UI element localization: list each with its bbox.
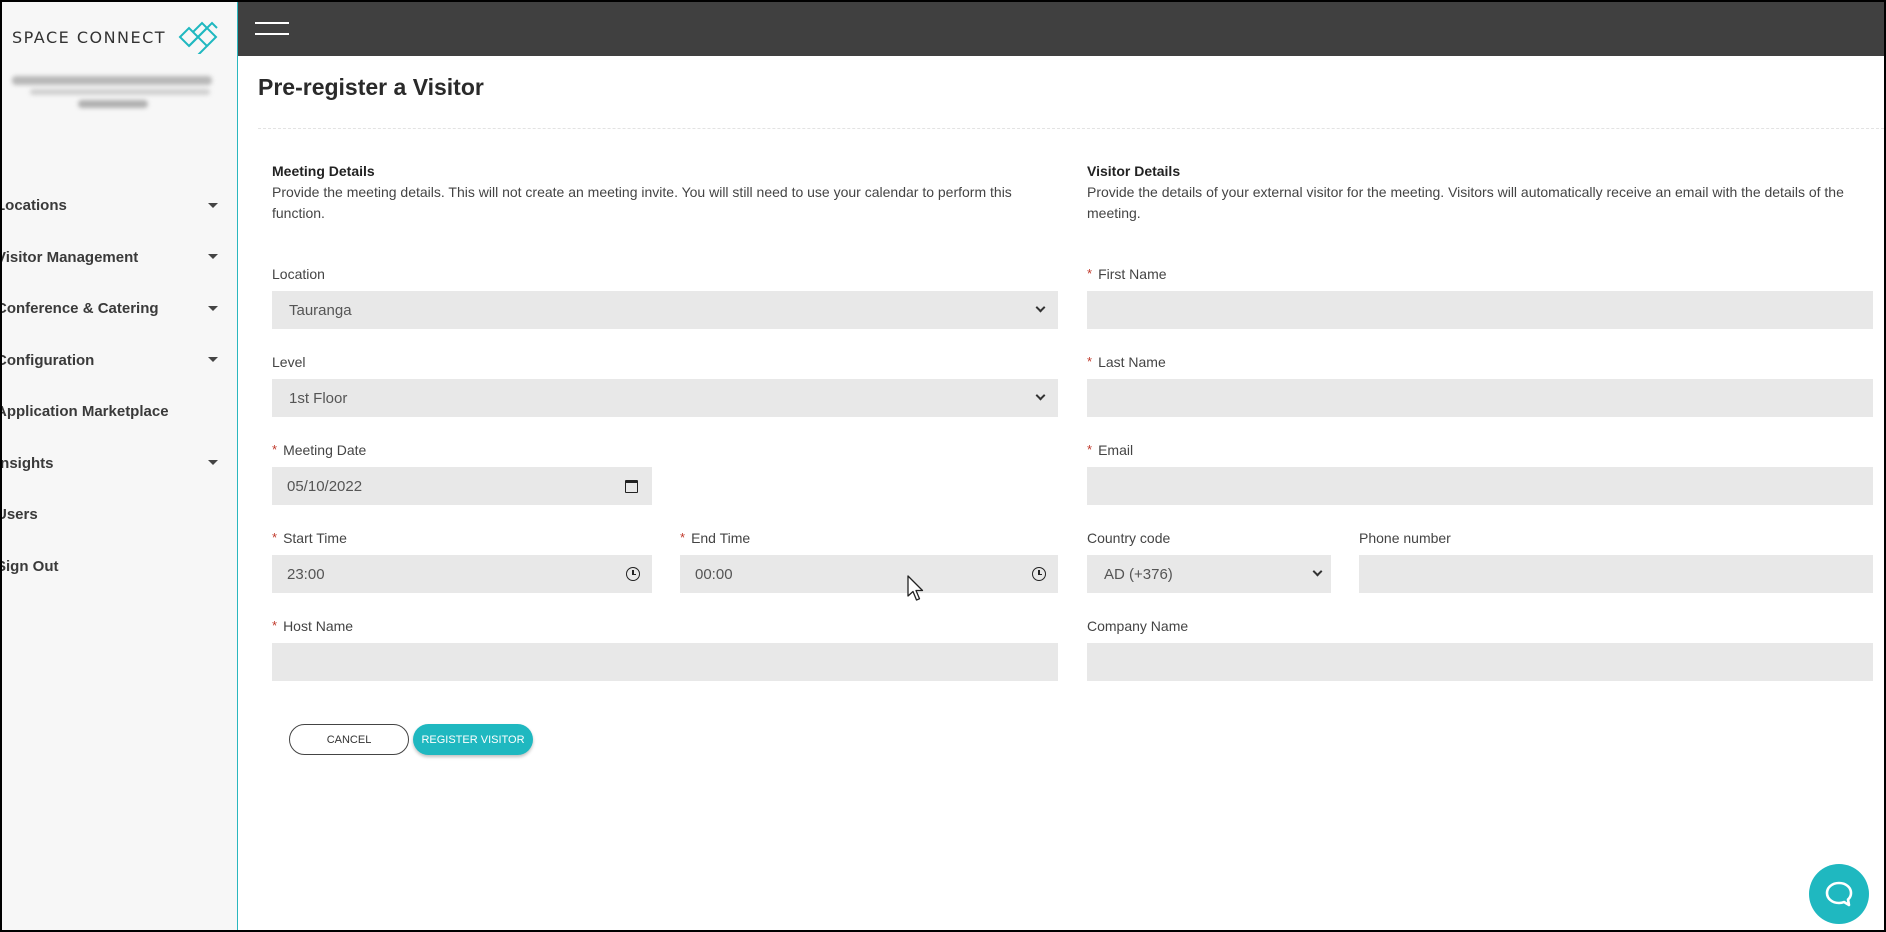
chevron-down-icon	[1035, 390, 1046, 401]
clock-icon[interactable]	[1032, 567, 1046, 581]
email-label: * Email	[1087, 442, 1134, 458]
last-name-input[interactable]	[1087, 379, 1873, 417]
end-time-value: 00:00	[695, 565, 733, 583]
country-code-value: AD (+376)	[1104, 565, 1173, 583]
required-asterisk: *	[1087, 442, 1093, 457]
sidebar-item-label: Application Marketplace	[2, 403, 169, 421]
top-bar	[238, 2, 1884, 56]
location-select[interactable]: Tauranga	[272, 291, 1058, 329]
brand-logo[interactable]: SPACE CONNECT	[12, 20, 218, 54]
mouse-pointer-icon	[907, 575, 924, 601]
country-code-select[interactable]: AD (+376)	[1087, 555, 1331, 593]
start-time-input[interactable]: 23:00	[272, 555, 652, 593]
start-time-value: 23:00	[287, 565, 325, 583]
sidebar-item-label: Sign Out	[2, 557, 59, 575]
sidebar-item-application-marketplace[interactable]: Application Marketplace	[2, 386, 238, 438]
sidebar-item-users[interactable]: Users	[2, 489, 238, 541]
sidebar-item-sign-out[interactable]: Sign Out	[2, 541, 238, 593]
page-title: Pre-register a Visitor	[258, 74, 484, 100]
visitor-details-heading: Visitor Details	[1087, 163, 1181, 179]
first-name-input[interactable]	[1087, 291, 1873, 329]
clock-icon[interactable]	[626, 567, 640, 581]
end-time-input[interactable]: 00:00	[680, 555, 1058, 593]
user-info-blurred	[10, 72, 215, 116]
meeting-date-value: 05/10/2022	[287, 477, 363, 495]
sidebar-item-locations[interactable]: Locations	[2, 180, 238, 232]
sidebar-item-configuration[interactable]: Configuration	[2, 335, 238, 387]
company-name-label: Company Name	[1087, 618, 1189, 634]
end-time-label: * End Time	[680, 530, 751, 546]
register-visitor-button[interactable]: REGISTER VISITOR	[413, 724, 533, 755]
meeting-date-input[interactable]: 05/10/2022	[272, 467, 652, 505]
meeting-details-description: Provide the meeting details. This will n…	[272, 184, 1012, 221]
header-divider	[258, 128, 1884, 129]
calendar-icon[interactable]	[625, 479, 638, 493]
cancel-button[interactable]: CANCEL	[289, 724, 409, 755]
location-value: Tauranga	[289, 301, 352, 319]
email-input[interactable]	[1087, 467, 1873, 505]
level-value: 1st Floor	[289, 389, 348, 407]
sidebar-item-visitor-management[interactable]: Visitor Management	[2, 232, 238, 284]
sidebar: SPACE CONNECT Locations Visitor Manageme	[2, 2, 238, 930]
location-label: Location	[272, 266, 325, 282]
host-name-input[interactable]	[272, 643, 1058, 681]
caret-down-icon	[208, 357, 218, 363]
meeting-date-label: * Meeting Date	[272, 442, 367, 458]
caret-down-icon	[208, 202, 218, 208]
first-name-label: * First Name	[1087, 266, 1167, 282]
sidebar-item-label: Visitor Management	[2, 248, 139, 266]
visitor-details-description: Provide the details of your external vis…	[1087, 184, 1844, 221]
sidebar-item-label: Insights	[2, 454, 54, 472]
level-label: Level	[272, 354, 306, 370]
logo-text: SPACE CONNECT	[12, 27, 167, 47]
required-asterisk: *	[272, 442, 278, 457]
required-asterisk: *	[272, 530, 278, 545]
country-code-label: Country code	[1087, 530, 1171, 546]
chat-bubble-icon	[1825, 881, 1853, 907]
app-window: SPACE CONNECT Locations Visitor Manageme	[2, 2, 1884, 930]
level-select[interactable]: 1st Floor	[272, 379, 1058, 417]
hamburger-menu-icon[interactable]	[255, 22, 289, 40]
required-asterisk: *	[1087, 266, 1093, 281]
sidebar-item-conference-catering[interactable]: Conference & Catering	[2, 283, 238, 335]
sidebar-item-insights[interactable]: Insights	[2, 438, 238, 490]
host-name-label: * Host Name	[272, 618, 354, 634]
start-time-label: * Start Time	[272, 530, 347, 546]
sidebar-item-label: Configuration	[2, 351, 95, 369]
chevron-down-icon	[1312, 566, 1323, 577]
caret-down-icon	[208, 305, 218, 311]
caret-down-icon	[208, 254, 218, 260]
sidebar-item-label: Conference & Catering	[2, 300, 159, 318]
logo-diamond-icon	[178, 21, 218, 54]
sidebar-item-label: Locations	[2, 197, 67, 215]
last-name-label: * Last Name	[1087, 354, 1166, 370]
chat-support-button[interactable]	[1809, 864, 1869, 924]
required-asterisk: *	[272, 618, 278, 633]
chevron-down-icon	[1035, 302, 1046, 313]
phone-number-label: Phone number	[1359, 530, 1451, 546]
meeting-details-heading: Meeting Details	[272, 163, 375, 179]
sidebar-item-label: Users	[2, 506, 38, 524]
required-asterisk: *	[680, 530, 686, 545]
phone-number-input[interactable]	[1359, 555, 1873, 593]
sidebar-nav: Locations Visitor Management Conference …	[2, 180, 238, 592]
required-asterisk: *	[1087, 354, 1093, 369]
caret-down-icon	[208, 460, 218, 466]
company-name-input[interactable]	[1087, 643, 1873, 681]
